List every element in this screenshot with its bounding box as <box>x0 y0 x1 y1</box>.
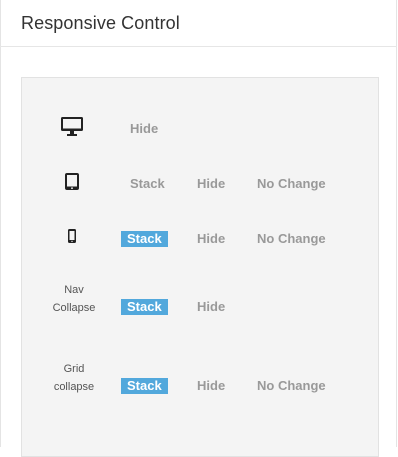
nav-collapse-label: Nav Collapse <box>44 281 104 317</box>
grid-collapse-label: Grid collapse <box>44 360 104 396</box>
tablet-hide-option[interactable]: Hide <box>191 176 231 192</box>
tablet-no-change-option[interactable]: No Change <box>251 176 332 192</box>
panel-header: Responsive Control <box>0 0 397 47</box>
tablet-icon <box>60 171 84 193</box>
page-title: Responsive Control <box>21 13 180 33</box>
grid-collapse-label-line1: Grid <box>63 363 85 375</box>
grid-collapse-stack-option[interactable]: Stack <box>121 378 168 394</box>
grid-collapse-hide-option[interactable]: Hide <box>191 378 231 394</box>
nav-collapse-hide-option[interactable]: Hide <box>191 299 231 315</box>
phone-no-change-option[interactable]: No Change <box>251 231 332 247</box>
phone-hide-option[interactable]: Hide <box>191 231 231 247</box>
nav-collapse-label-line2: Collapse <box>52 302 96 314</box>
phone-icon <box>60 226 84 248</box>
phone-stack-option[interactable]: Stack <box>121 231 168 247</box>
tablet-stack-option[interactable]: Stack <box>124 176 171 192</box>
grid-collapse-no-change-option[interactable]: No Change <box>251 378 332 394</box>
nav-collapse-stack-option[interactable]: Stack <box>121 299 168 315</box>
desktop-hide-option[interactable]: Hide <box>124 121 164 137</box>
responsive-options-panel: Hide Stack Hide No Change Stack Hide No … <box>21 77 379 457</box>
grid-collapse-label-line2: collapse <box>53 381 95 393</box>
nav-collapse-label-line1: Nav <box>64 284 84 296</box>
desktop-icon <box>60 116 84 138</box>
